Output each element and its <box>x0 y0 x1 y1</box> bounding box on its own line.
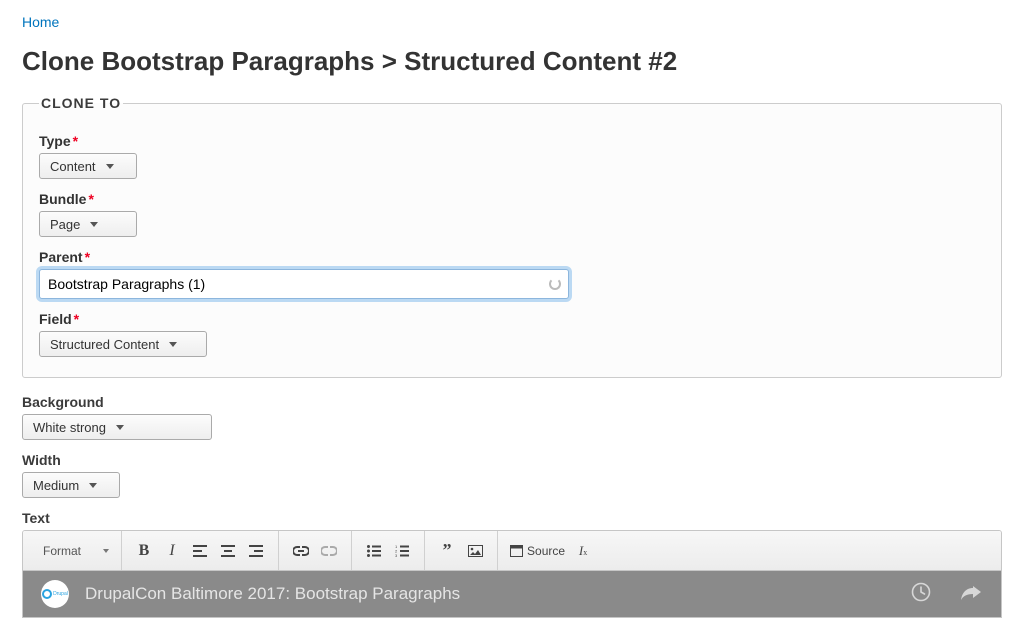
clone-to-fieldset: CLONE TO Type* Content Bundle* Page Pare… <box>22 95 1002 378</box>
align-left-icon[interactable] <box>188 539 212 563</box>
watch-later-icon[interactable] <box>911 582 931 607</box>
share-icon[interactable] <box>959 583 983 606</box>
editor-toolbar: Format B I <box>23 531 1001 571</box>
align-right-icon[interactable] <box>244 539 268 563</box>
bold-icon[interactable]: B <box>132 539 156 563</box>
required-marker: * <box>85 249 90 265</box>
toolbar-group-link <box>279 531 352 570</box>
field-label: Field* <box>39 311 985 327</box>
width-select-value: Medium <box>33 478 79 493</box>
background-select-value: White strong <box>33 420 106 435</box>
width-field-wrapper: Width Medium <box>22 452 1002 498</box>
required-marker: * <box>74 311 79 327</box>
unlink-icon[interactable] <box>317 539 341 563</box>
chevron-down-icon <box>169 342 177 347</box>
type-label: Type* <box>39 133 985 149</box>
chevron-down-icon <box>103 549 109 553</box>
video-title: DrupalCon Baltimore 2017: Bootstrap Para… <box>85 584 911 604</box>
rich-text-editor: Format B I <box>22 530 1002 618</box>
chevron-down-icon <box>106 164 114 169</box>
required-marker: * <box>73 133 78 149</box>
required-marker: * <box>88 191 93 207</box>
parent-input[interactable] <box>39 269 569 299</box>
background-field-wrapper: Background White strong <box>22 394 1002 440</box>
toolbar-group-list: 123 <box>352 531 425 570</box>
breadcrumb-home-link[interactable]: Home <box>22 14 59 30</box>
drupal-logo-icon: Drupal <box>41 580 69 608</box>
link-icon[interactable] <box>289 539 313 563</box>
clone-to-legend: CLONE TO <box>39 95 123 111</box>
background-select[interactable]: White strong <box>22 414 212 440</box>
align-center-icon[interactable] <box>216 539 240 563</box>
autocomplete-throbber-icon <box>549 278 561 290</box>
bundle-select-value: Page <box>50 217 80 232</box>
page-title: Clone Bootstrap Paragraphs > Structured … <box>22 46 1002 77</box>
toolbar-group-insert: ” <box>425 531 498 570</box>
text-field-wrapper: Text Format B I <box>22 510 1002 618</box>
chevron-down-icon <box>90 222 98 227</box>
bullet-list-icon[interactable] <box>362 539 386 563</box>
image-icon[interactable] <box>463 539 487 563</box>
field-select[interactable]: Structured Content <box>39 331 207 357</box>
toolbar-group-format: Format <box>29 531 122 570</box>
embedded-video-header: Drupal DrupalCon Baltimore 2017: Bootstr… <box>23 571 1001 617</box>
blockquote-icon[interactable]: ” <box>435 539 459 563</box>
width-select[interactable]: Medium <box>22 472 120 498</box>
svg-text:3: 3 <box>395 553 398 557</box>
bundle-label: Bundle* <box>39 191 985 207</box>
type-select-value: Content <box>50 159 96 174</box>
format-select[interactable]: Format <box>37 539 113 563</box>
background-label: Background <box>22 394 1002 410</box>
numbered-list-icon[interactable]: 123 <box>390 539 414 563</box>
toolbar-group-source: Source Ix <box>498 531 605 570</box>
italic-icon[interactable]: I <box>160 539 184 563</box>
width-label: Width <box>22 452 1002 468</box>
type-select[interactable]: Content <box>39 153 137 179</box>
bundle-select[interactable]: Page <box>39 211 137 237</box>
text-label: Text <box>22 510 1002 526</box>
chevron-down-icon <box>89 483 97 488</box>
field-field-wrapper: Field* Structured Content <box>39 311 985 357</box>
toolbar-group-text: B I <box>122 531 279 570</box>
source-button[interactable]: Source <box>510 544 565 558</box>
bundle-field-wrapper: Bundle* Page <box>39 191 985 237</box>
parent-label: Parent* <box>39 249 985 265</box>
field-select-value: Structured Content <box>50 337 159 352</box>
remove-format-icon[interactable]: Ix <box>571 539 595 563</box>
chevron-down-icon <box>116 425 124 430</box>
breadcrumb: Home <box>22 14 1002 30</box>
type-field-wrapper: Type* Content <box>39 133 985 179</box>
parent-field-wrapper: Parent* <box>39 249 985 299</box>
